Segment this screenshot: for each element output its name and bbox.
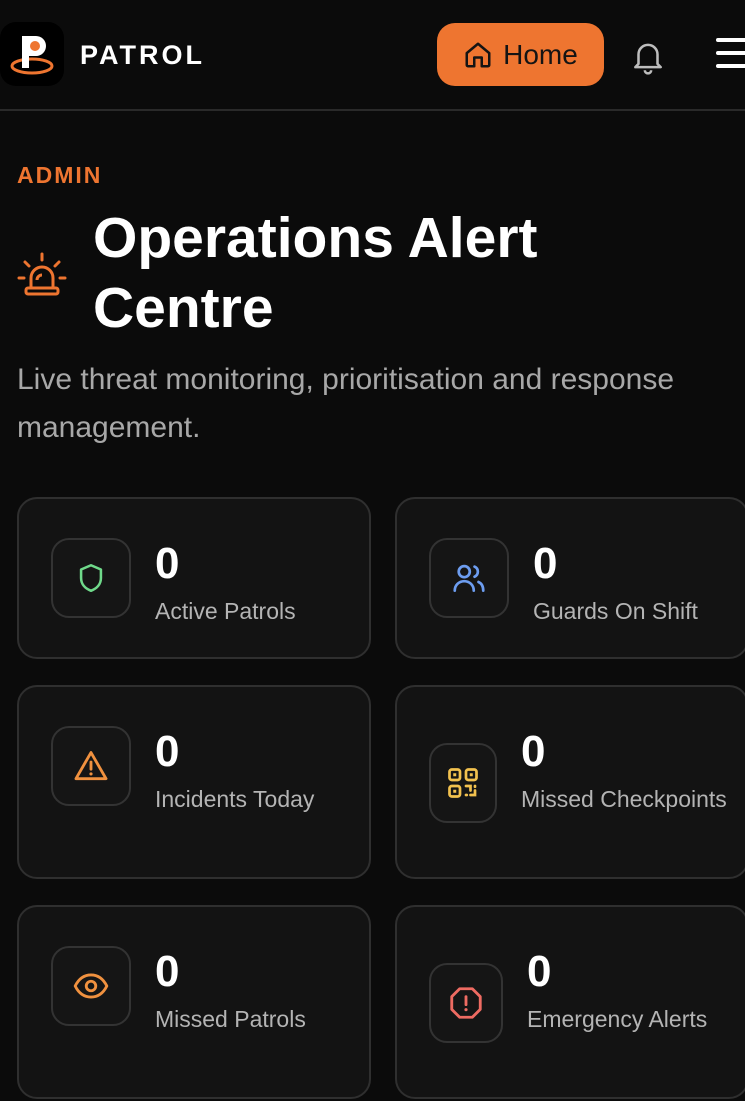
patrol-logo[interactable] (0, 22, 64, 86)
stat-card-missed-checkpoints[interactable]: 0 Missed Checkpoints (395, 685, 745, 879)
stat-label: Emergency Alerts (527, 1006, 708, 1032)
stat-value: 0 (155, 947, 180, 996)
stat-card-active-patrols[interactable]: 0 Active Patrols (17, 497, 371, 659)
stat-value: 0 (533, 539, 558, 588)
stat-icon-box (51, 946, 131, 1026)
stat-label: Incidents Today (155, 786, 315, 812)
home-label: Home (503, 38, 578, 70)
stat-icon-box (51, 726, 131, 806)
notifications-button[interactable] (628, 36, 668, 76)
hamburger-menu-icon[interactable] (716, 38, 745, 74)
home-button[interactable]: Home (437, 23, 604, 86)
location-pin-logo-icon (10, 36, 54, 75)
qr-code-icon (448, 768, 478, 798)
stat-card-guards-on-shift[interactable]: 0 Guards On Shift (395, 497, 745, 659)
top-bar: PATROL Home (0, 0, 745, 111)
stat-label: Missed Checkpoints (521, 786, 727, 812)
stat-icon-box (429, 963, 503, 1043)
home-icon (465, 42, 491, 67)
stat-icon-box (51, 538, 131, 618)
users-icon (453, 564, 485, 593)
brand-name: PATROL (80, 40, 205, 70)
stat-label: Guards On Shift (533, 598, 698, 624)
stat-value: 0 (521, 727, 546, 776)
stat-card-incidents-today[interactable]: 0 Incidents Today (17, 685, 371, 879)
warning-triangle-icon (74, 751, 108, 781)
eye-icon (73, 973, 109, 999)
stat-icon-box (429, 538, 509, 618)
stat-card-emergency-alerts[interactable]: 0 Emergency Alerts (395, 905, 745, 1099)
alert-octagon-icon (450, 987, 482, 1019)
stat-value: 0 (527, 947, 552, 996)
stat-label: Active Patrols (155, 598, 296, 624)
stat-value: 0 (155, 539, 180, 588)
stat-label: Missed Patrols (155, 1006, 306, 1032)
stat-icon-box (429, 743, 497, 823)
stat-card-missed-patrols[interactable]: 0 Missed Patrols (17, 905, 371, 1099)
page-title: Operations Alert Centre (93, 206, 538, 340)
bell-icon (634, 43, 662, 75)
stat-value: 0 (155, 727, 180, 776)
role-eyebrow: ADMIN (17, 162, 103, 188)
shield-icon (79, 563, 103, 593)
siren-icon (17, 252, 67, 296)
page-subtitle: Live threat monitoring, prioritisation a… (17, 363, 675, 444)
